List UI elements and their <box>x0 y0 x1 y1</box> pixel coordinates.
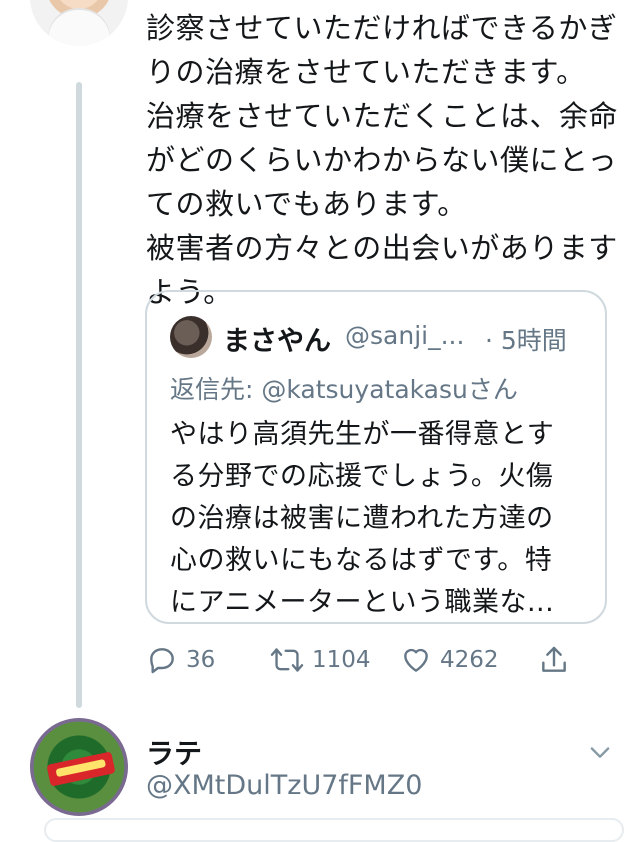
heart-icon <box>404 648 428 672</box>
share-button[interactable] <box>538 640 570 680</box>
quoted-text-line: にアニメーターという職業な... <box>170 587 555 618</box>
quoted-text-line: る分野での応援でしょう。火傷 <box>170 461 554 492</box>
next-author-avatar[interactable] <box>30 718 128 816</box>
next-tweet-card-edge <box>44 818 624 842</box>
like-count: 4262 <box>440 647 499 673</box>
tweet-text-line: ての救いでもあります。 <box>146 187 467 221</box>
quoted-tweet-card[interactable]: まさやん @sanji_... · 5時間 返信先: @katsuyatakas… <box>145 290 607 624</box>
quoted-text-line: 心の救いにもなるはずです。特 <box>170 545 553 576</box>
tweet-text-line: 診察させていただければできるかぎ <box>146 11 618 45</box>
tweet-text-line: がどのくらいかわからない僕にとっ <box>146 143 618 177</box>
tweet-text-line: 被害者の方々との出会いがあります <box>146 231 618 265</box>
quoted-tweet-timestamp: · 5時間 <box>485 326 567 355</box>
chevron-down-icon[interactable] <box>586 738 614 766</box>
reply-button[interactable]: 36 <box>146 640 215 680</box>
quoted-text-line: の治療は被害に遭われた方達の <box>170 503 554 534</box>
retweet-icon <box>270 648 304 672</box>
reply-count: 36 <box>186 647 216 673</box>
quoted-author-name: まさやん <box>223 326 331 357</box>
next-author-name[interactable]: ラテ <box>146 732 202 772</box>
tweet-text: 診察させていただければできるかぎ りの治療をさせていただきます。 治療をさせてい… <box>146 6 626 314</box>
reply-icon <box>150 648 174 674</box>
tweet-text-line: りの治療をさせていただきます。 <box>146 55 586 89</box>
author-avatar[interactable] <box>30 0 128 46</box>
quoted-author-handle: @sanji_... <box>345 321 465 350</box>
quoted-tweet-text: やはり高須先生が一番得意とす る分野での応援でしょう。火傷 の治療は被害に遭われ… <box>170 414 590 624</box>
quoted-author-avatar <box>170 316 212 358</box>
quoted-text-line: やはり高須先生が一番得意とす <box>170 419 555 450</box>
share-icon <box>542 646 566 672</box>
like-button[interactable]: 4262 <box>400 640 499 680</box>
thread-connector-line <box>76 82 82 708</box>
retweet-button[interactable]: 1104 <box>270 640 371 680</box>
reply-prefix: 返信先: <box>170 375 262 404</box>
retweet-count: 1104 <box>312 647 371 673</box>
next-author-handle: @XMtDulTzU7fFMZ0 <box>146 770 423 801</box>
reply-mention-link: @katsuyatakasu <box>261 375 468 404</box>
reply-suffix: さん <box>467 375 518 404</box>
tweet-text-line: 治療をさせていただくことは、余命 <box>146 99 619 133</box>
quoted-reply-context: 返信先: @katsuyatakasuさん <box>170 370 518 406</box>
tweet-action-bar: 36 1104 4262 <box>146 640 626 680</box>
